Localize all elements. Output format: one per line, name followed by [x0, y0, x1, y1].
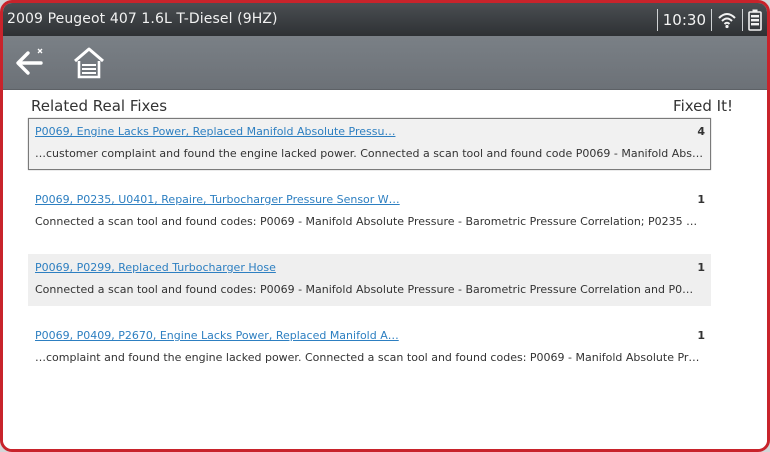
fix-description: Connected a scan tool and found codes: P…	[35, 215, 698, 228]
vehicle-title: 2009 Peugeot 407 1.6L T-Diesel (9HZ)	[7, 11, 278, 27]
battery-icon	[748, 9, 762, 31]
status-divider	[742, 9, 743, 31]
back-button[interactable]	[11, 44, 51, 82]
header-fixed-it: Fixed It!	[673, 97, 733, 115]
fix-count: 1	[697, 193, 705, 206]
title-bar: 2009 Peugeot 407 1.6L T-Diesel (9HZ) 10:…	[3, 3, 767, 36]
fix-item[interactable]: P0069, Engine Lacks Power, Replaced Mani…	[28, 118, 711, 170]
header-related-real-fixes: Related Real Fixes	[31, 97, 168, 115]
fix-description: Connected a scan tool and found codes: P…	[35, 283, 694, 296]
back-arrow-icon	[16, 48, 43, 75]
fix-description: …customer complaint and found the engine…	[35, 147, 703, 160]
fix-title-link[interactable]: P0069, P0409, P2670, Engine Lacks Power,…	[35, 329, 399, 342]
fix-item[interactable]: P0069, P0299, Replaced Turbocharger Hose…	[28, 254, 711, 306]
related-fixes-panel: Related Real Fixes Fixed It! P0069, Engi…	[3, 91, 767, 449]
status-area: 10:30	[652, 8, 762, 32]
fix-title-link[interactable]: P0069, P0299, Replaced Turbocharger Hose	[35, 261, 276, 274]
home-icon	[74, 47, 104, 79]
fix-list: P0069, Engine Lacks Power, Replaced Mani…	[28, 118, 711, 390]
fix-count: 1	[697, 261, 705, 274]
status-divider	[656, 9, 658, 31]
clock: 10:30	[662, 11, 706, 29]
fix-item[interactable]: P0069, P0235, U0401, Repaire, Turbocharg…	[28, 186, 711, 238]
scan-tool-window: 2009 Peugeot 407 1.6L T-Diesel (9HZ) 10:…	[0, 0, 770, 452]
fix-title-link[interactable]: P0069, Engine Lacks Power, Replaced Mani…	[35, 125, 395, 138]
status-divider	[711, 9, 712, 31]
home-button[interactable]	[69, 43, 109, 83]
fix-count: 1	[697, 329, 705, 342]
toolbar	[3, 36, 767, 90]
wifi-icon	[717, 11, 737, 29]
fix-item[interactable]: P0069, P0409, P2670, Engine Lacks Power,…	[28, 322, 711, 374]
fix-description: …complaint and found the engine lacked p…	[35, 351, 700, 364]
fix-title-link[interactable]: P0069, P0235, U0401, Repaire, Turbocharg…	[35, 193, 400, 206]
list-header: Related Real Fixes Fixed It!	[31, 95, 733, 117]
fix-count: 4	[697, 125, 705, 138]
